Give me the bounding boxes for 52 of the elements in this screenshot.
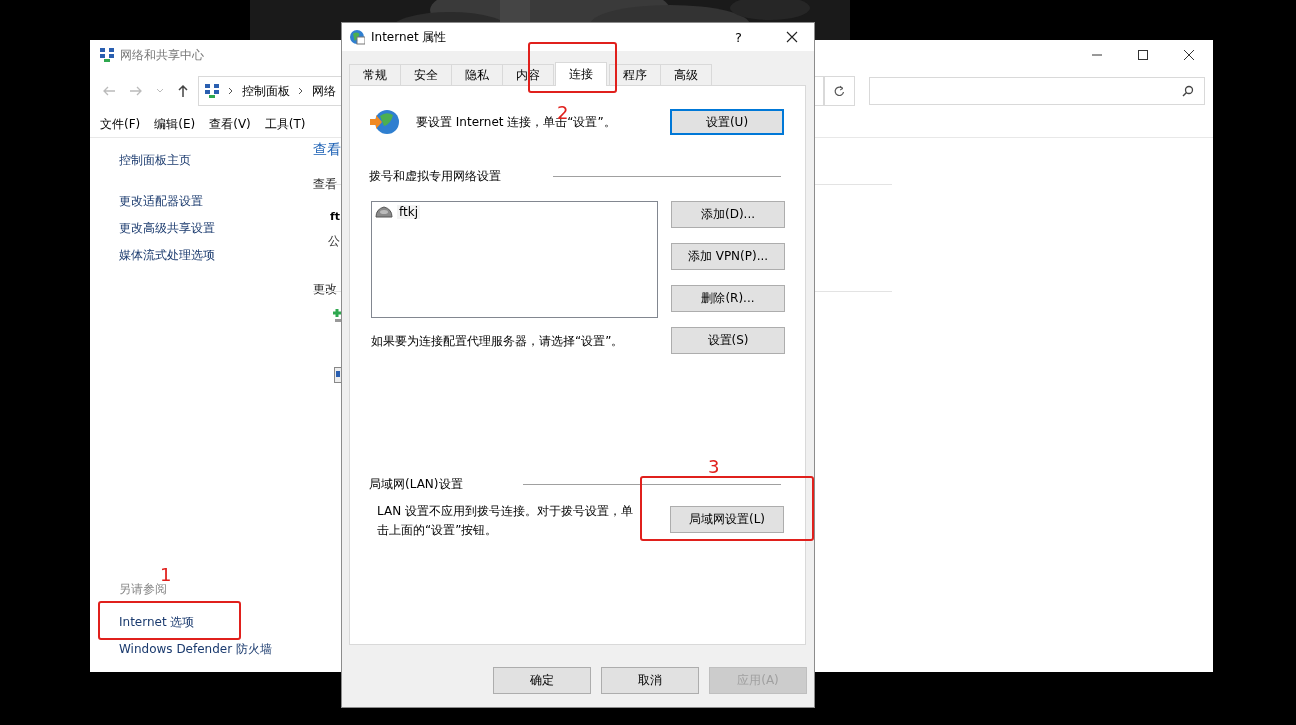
description-text: LAN 设置不应用到拨号连接。对于拨号设置，单击上面的“设置”按钮。	[377, 503, 633, 539]
close-icon[interactable]	[1183, 49, 1195, 61]
menu-item[interactable]: 工具(T)	[264, 116, 306, 133]
window-title: Internet 属性	[371, 28, 447, 46]
up-arrow-icon[interactable]	[177, 84, 189, 98]
menu-item[interactable]: 查看(V)	[209, 116, 251, 133]
menu-item[interactable]: 文件(F)	[100, 116, 141, 133]
help-button[interactable]: ?	[735, 29, 742, 45]
dialog-button[interactable]: 取消	[601, 667, 699, 694]
connection-name[interactable]: ftkj	[397, 205, 420, 219]
action-button[interactable]: 添加(D)...	[671, 201, 785, 228]
globe-arrow-icon	[368, 108, 400, 136]
close-icon[interactable]	[786, 31, 798, 43]
network-type: 公	[328, 233, 340, 250]
dialog-button[interactable]: 确定	[493, 667, 591, 694]
action-button[interactable]: 添加 VPN(P)...	[671, 243, 785, 270]
sidebar-link[interactable]: Internet 选项	[119, 614, 195, 631]
maximize-icon[interactable]	[1137, 49, 1149, 61]
step-number: 3	[708, 458, 720, 476]
sidebar-link[interactable]: Windows Defender 防火墙	[119, 641, 272, 658]
lan-settings-button[interactable]: 局域网设置(L)	[670, 506, 784, 533]
tab[interactable]: 常规	[349, 64, 401, 85]
connection-list[interactable]: ftkj	[371, 201, 658, 318]
window-title: 网络和共享中心	[120, 46, 204, 64]
search-field[interactable]	[869, 77, 1205, 105]
breadcrumb[interactable]: 控制面板	[242, 82, 290, 100]
sidebar-link[interactable]: 更改适配器设置	[119, 193, 203, 210]
page-heading: 查看	[313, 141, 341, 159]
chevron-right-icon	[228, 87, 234, 95]
plus-network-icon[interactable]	[333, 308, 343, 322]
group-heading: 拨号和虚拟专用网络设置	[369, 168, 501, 185]
setup-button[interactable]: 设置(U)	[670, 109, 784, 135]
menu-item[interactable]: 编辑(E)	[154, 116, 196, 133]
network-name: ft	[330, 210, 341, 223]
action-button[interactable]: 删除(R)...	[671, 285, 785, 312]
refresh-button[interactable]	[823, 76, 855, 106]
chevron-right-icon	[298, 87, 304, 95]
hint-text: 如果要为连接配置代理服务器，请选择“设置”。	[371, 333, 624, 350]
sidebar-link[interactable]: 控制面板主页	[119, 152, 191, 169]
see-also-heading: 另请参阅	[119, 581, 167, 598]
tab[interactable]: 程序	[609, 64, 661, 85]
step-number: 1	[160, 566, 172, 584]
tab[interactable]: 连接	[555, 62, 607, 86]
globe-icon	[349, 29, 365, 45]
breadcrumb[interactable]: 网络	[312, 82, 336, 100]
sidebar-link[interactable]: 媒体流式处理选项	[119, 247, 215, 264]
refresh-icon	[833, 85, 845, 97]
action-button[interactable]: 设置(S)	[671, 327, 785, 354]
search-icon	[1182, 85, 1194, 97]
sidebar-link[interactable]: 更改高级共享设置	[119, 220, 215, 237]
group-heading: 局域网(LAN)设置	[369, 476, 463, 493]
tab[interactable]: 高级	[660, 64, 712, 85]
